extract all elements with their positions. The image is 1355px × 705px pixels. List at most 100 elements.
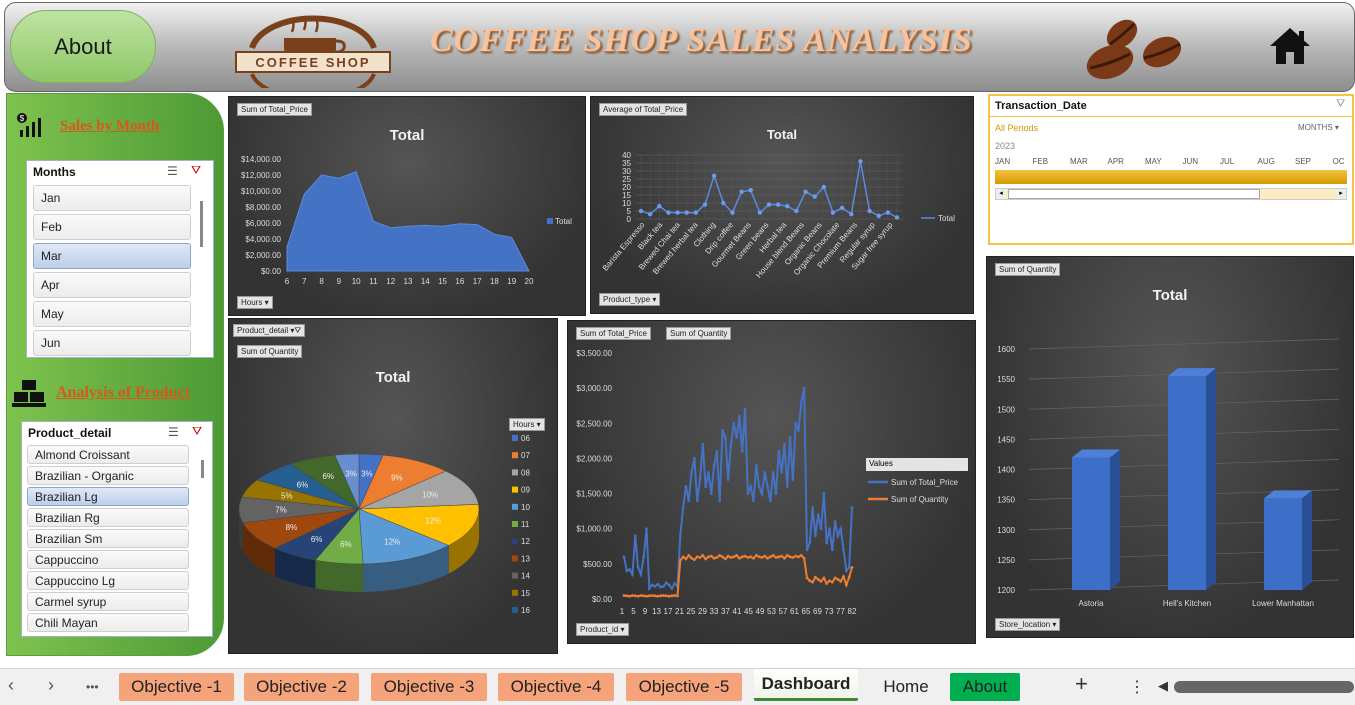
- data-point[interactable]: [639, 594, 643, 597]
- axis-field-button[interactable]: Product_id ▾: [576, 623, 629, 636]
- sheet-tab-objective-5[interactable]: Objective -5: [626, 673, 742, 701]
- data-point[interactable]: [746, 492, 750, 495]
- data-point[interactable]: [748, 188, 753, 193]
- next-sheet-icon[interactable]: ›: [48, 675, 54, 696]
- axis-field-button[interactable]: Hours ▾: [237, 296, 273, 309]
- data-point[interactable]: [707, 471, 710, 474]
- data-point[interactable]: [766, 485, 769, 488]
- bar[interactable]: [1168, 376, 1206, 590]
- data-point[interactable]: [673, 594, 677, 597]
- data-point[interactable]: [847, 565, 851, 569]
- data-point[interactable]: [816, 513, 820, 517]
- data-point[interactable]: [704, 485, 708, 488]
- data-point[interactable]: [794, 421, 798, 425]
- data-point[interactable]: [670, 587, 674, 590]
- data-point[interactable]: [642, 594, 646, 598]
- timeline-month-label[interactable]: SEP: [1295, 157, 1311, 166]
- timeline-scrollbar[interactable]: ◂ ▸: [995, 188, 1347, 200]
- data-point[interactable]: [768, 555, 772, 559]
- data-point[interactable]: [687, 554, 691, 557]
- data-point[interactable]: [777, 450, 781, 453]
- sheet-tab-objective-3[interactable]: Objective -3: [371, 673, 487, 701]
- data-point[interactable]: [760, 492, 764, 495]
- data-point[interactable]: [839, 580, 843, 583]
- data-point[interactable]: [726, 478, 730, 481]
- data-point[interactable]: [754, 554, 758, 557]
- data-point[interactable]: [844, 583, 848, 587]
- data-point[interactable]: [774, 492, 778, 495]
- data-point[interactable]: [805, 548, 809, 552]
- sheet-tab-objective-4[interactable]: Objective -4: [498, 673, 614, 701]
- data-point[interactable]: [707, 555, 710, 559]
- data-point[interactable]: [799, 554, 803, 557]
- data-point[interactable]: [836, 577, 840, 581]
- data-point[interactable]: [757, 555, 761, 559]
- data-point[interactable]: [695, 499, 699, 502]
- data-point[interactable]: [684, 485, 688, 488]
- sheet-tab-objective-1[interactable]: Objective -1: [119, 673, 234, 701]
- data-point[interactable]: [766, 556, 769, 560]
- data-point[interactable]: [743, 554, 747, 558]
- data-point[interactable]: [740, 450, 744, 453]
- multi-select-icon[interactable]: ☰: [168, 425, 179, 439]
- data-point[interactable]: [693, 210, 699, 215]
- data-point[interactable]: [749, 555, 753, 559]
- data-point[interactable]: [628, 594, 632, 598]
- data-point[interactable]: [842, 548, 845, 552]
- data-point[interactable]: [785, 204, 790, 209]
- timeline-month-label[interactable]: JUL: [1220, 157, 1234, 166]
- data-point[interactable]: [656, 594, 660, 598]
- timeline-month-label[interactable]: FEB: [1033, 157, 1049, 166]
- slicer-item-product[interactable]: Carmel syrup: [27, 592, 189, 611]
- data-point[interactable]: [712, 556, 716, 560]
- slicer-item-product[interactable]: Chili Mayan: [27, 613, 189, 632]
- sheet-options-button[interactable]: ⋮: [1129, 677, 1145, 697]
- data-point[interactable]: [647, 587, 651, 590]
- slicer-item-month[interactable]: Apr: [33, 272, 191, 298]
- data-point[interactable]: [721, 428, 724, 432]
- data-point[interactable]: [653, 584, 657, 588]
- data-point[interactable]: [675, 210, 680, 215]
- data-point[interactable]: [662, 594, 665, 597]
- data-point[interactable]: [650, 583, 654, 587]
- data-point[interactable]: [622, 555, 626, 559]
- data-point[interactable]: [830, 210, 836, 215]
- timeline-month-label[interactable]: MAR: [1070, 157, 1088, 166]
- data-point[interactable]: [788, 435, 792, 439]
- bar[interactable]: [1264, 498, 1302, 590]
- data-point[interactable]: [802, 556, 806, 560]
- data-point[interactable]: [666, 210, 671, 215]
- data-point[interactable]: [780, 471, 784, 474]
- home-icon[interactable]: [1268, 26, 1312, 66]
- timeline-month-label[interactable]: OC: [1333, 157, 1345, 166]
- data-point[interactable]: [844, 569, 848, 573]
- data-point[interactable]: [836, 534, 840, 538]
- data-point[interactable]: [808, 541, 812, 545]
- data-point[interactable]: [631, 594, 634, 597]
- sheet-tab-objective-2[interactable]: Objective -2: [244, 673, 359, 701]
- data-point[interactable]: [701, 554, 705, 557]
- data-point[interactable]: [633, 594, 637, 598]
- data-point[interactable]: [828, 527, 831, 531]
- data-point[interactable]: [625, 594, 629, 598]
- bar[interactable]: [1072, 457, 1110, 590]
- data-point[interactable]: [715, 556, 719, 559]
- timeline-month-label[interactable]: APR: [1108, 157, 1124, 166]
- clear-filter-icon[interactable]: ⛛: [1336, 98, 1345, 111]
- data-point[interactable]: [794, 554, 798, 558]
- data-point[interactable]: [757, 485, 761, 488]
- slicer-scrollbar[interactable]: [200, 201, 203, 247]
- data-point[interactable]: [636, 565, 640, 569]
- data-point[interactable]: [839, 527, 843, 531]
- data-point[interactable]: [702, 202, 708, 207]
- data-point[interactable]: [819, 580, 823, 583]
- data-point[interactable]: [681, 555, 685, 559]
- data-point[interactable]: [816, 577, 820, 581]
- data-point[interactable]: [657, 204, 662, 209]
- data-point[interactable]: [639, 573, 643, 576]
- data-point[interactable]: [814, 534, 817, 538]
- data-point[interactable]: [842, 575, 845, 578]
- data-point[interactable]: [797, 428, 800, 432]
- data-point[interactable]: [850, 565, 854, 569]
- data-point[interactable]: [867, 208, 872, 214]
